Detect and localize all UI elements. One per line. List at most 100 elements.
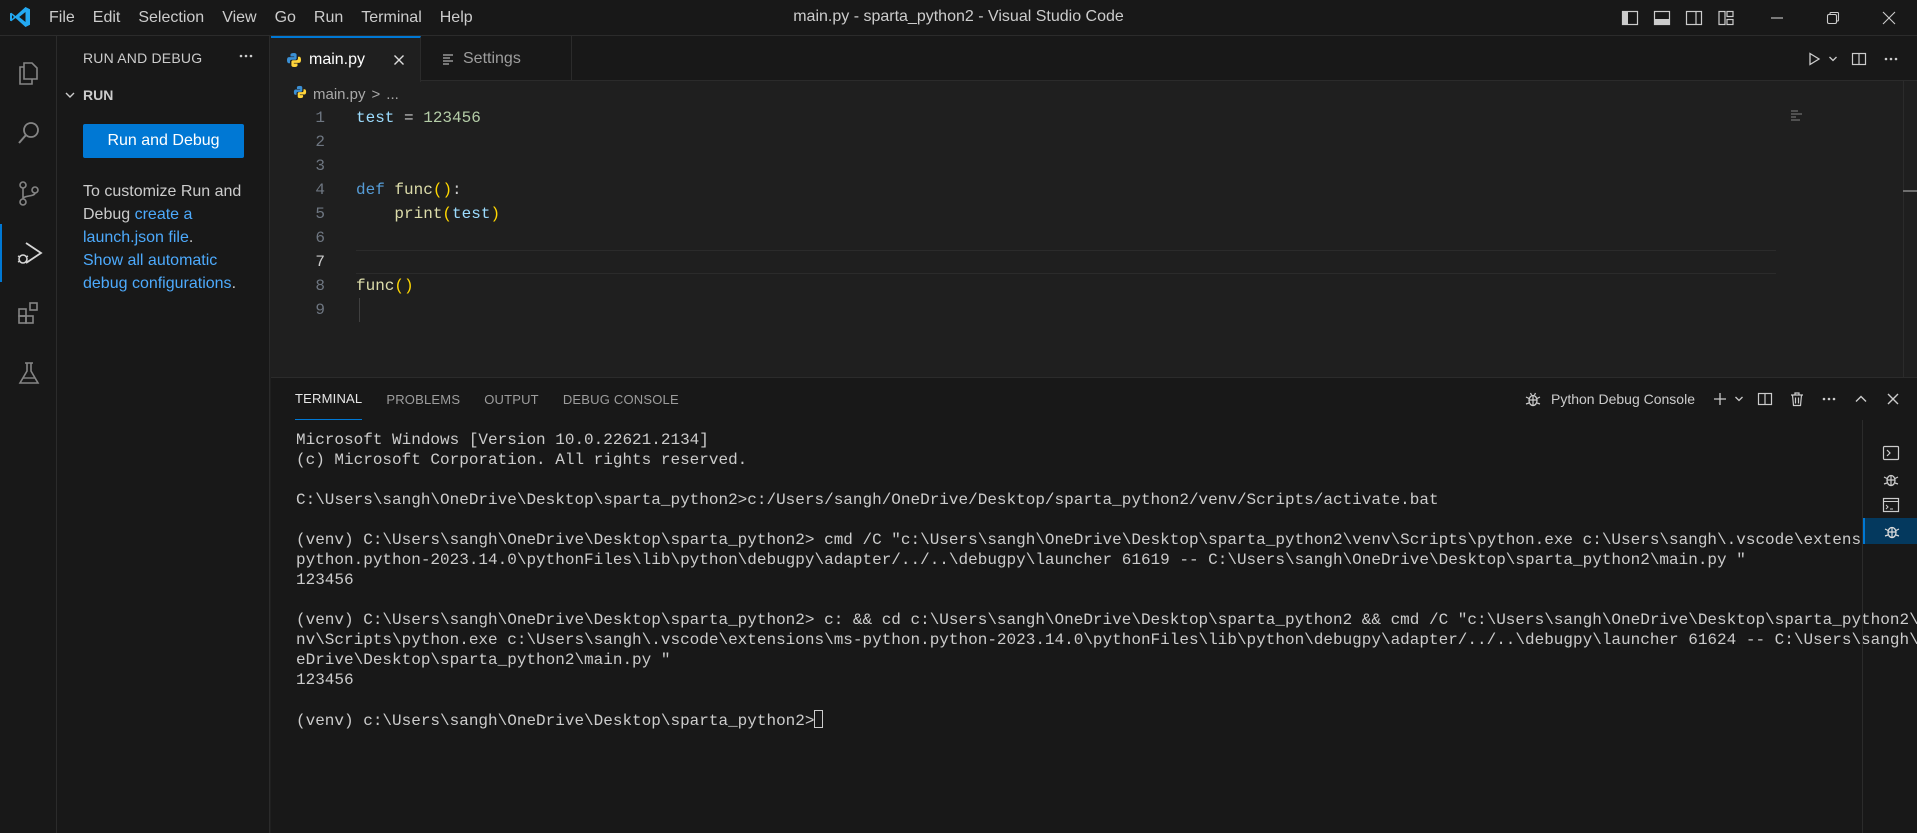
bottom-panel: TERMINAL PROBLEMS OUTPUT DEBUG CONSOLE P… (271, 377, 1917, 833)
window-controls (1749, 0, 1917, 36)
menu-edit[interactable]: Edit (84, 9, 130, 27)
vscode-logo-icon (8, 5, 32, 29)
restore-icon[interactable] (1805, 0, 1861, 36)
line-number: 2 (315, 133, 325, 151)
more-actions-icon[interactable] (234, 44, 258, 68)
sidebar-header: RUN AND DEBUG (57, 36, 270, 81)
breadcrumb-symbols[interactable]: ... (386, 86, 399, 103)
code-token: test (452, 205, 491, 223)
code-line: 7 (271, 250, 1771, 274)
terminal-cursor (814, 710, 824, 728)
editor-more-actions-icon[interactable] (1877, 45, 1905, 73)
breadcrumb-file[interactable]: main.py (313, 86, 366, 103)
code-token: () (394, 277, 414, 295)
extensions-icon[interactable] (0, 284, 57, 342)
code-editor[interactable]: 1 test = 123456 2 3 4 def func(): 5 prin… (271, 106, 1907, 376)
tab-settings[interactable]: Settings (421, 36, 572, 81)
editor-tabs: main.py Settings (271, 36, 1917, 82)
code-token: func (394, 181, 433, 199)
menu-view[interactable]: View (213, 9, 265, 27)
new-terminal-icon[interactable] (1709, 385, 1731, 413)
layout-controls (1614, 0, 1742, 36)
terminal-line: 123456 (296, 671, 354, 689)
toggle-secondary-sidebar-icon[interactable] (1679, 3, 1709, 33)
code-line: 4 def func(): (271, 178, 1771, 202)
line-content: test = 123456 (356, 106, 481, 130)
search-icon[interactable] (0, 104, 57, 162)
terminal-selector[interactable]: Python Debug Console (1515, 385, 1695, 413)
terminal-prompt-line: (venv) c:\Users\sangh\OneDrive\Desktop\s… (296, 710, 1876, 730)
toggle-panel-icon[interactable] (1647, 3, 1677, 33)
toggle-primary-sidebar-icon[interactable] (1615, 3, 1645, 33)
minimap-icon[interactable] (1790, 108, 1806, 129)
close-panel-icon[interactable] (1879, 385, 1907, 413)
menu-file[interactable]: File (40, 9, 84, 27)
editor-scrollbar[interactable] (1903, 81, 1904, 377)
chevron-down-icon (57, 89, 83, 101)
explorer-icon[interactable] (0, 44, 57, 102)
tab-debug-console[interactable]: DEBUG CONSOLE (563, 378, 679, 420)
run-dropdown-chevron-icon[interactable] (1825, 45, 1841, 73)
terminal-cmd-icon[interactable] (1863, 440, 1917, 466)
python-file-icon (285, 51, 303, 69)
terminal-line: C:\Users\sangh\OneDrive\Desktop\sparta_p… (296, 491, 1439, 509)
run-and-debug-button[interactable]: Run and Debug (83, 124, 244, 158)
settings-list-icon (439, 50, 457, 68)
menu-run[interactable]: Run (305, 9, 352, 27)
panel-actions: Python Debug Console (1515, 378, 1907, 420)
line-number: 7 (315, 253, 325, 271)
testing-icon[interactable] (0, 344, 57, 402)
line-number: 6 (315, 229, 325, 247)
tab-output[interactable]: OUTPUT (484, 378, 539, 420)
code-line: 6 (271, 226, 1771, 250)
run-debug-icon[interactable] (0, 224, 57, 282)
terminal-python-debug-icon[interactable] (1863, 518, 1917, 544)
code-line: 2 (271, 130, 1771, 154)
run-python-file-icon[interactable] (1803, 45, 1825, 73)
editor-actions (1799, 36, 1905, 81)
tab-main-py[interactable]: main.py (271, 36, 421, 82)
menu-bar: File Edit Selection View Go Run Terminal… (40, 0, 482, 36)
run-section-header[interactable]: RUN (57, 82, 270, 108)
line-number: 5 (315, 205, 325, 223)
tab-problems[interactable]: PROBLEMS (386, 378, 460, 420)
code-token: def (356, 181, 385, 199)
maximize-panel-chevron-up-icon[interactable] (1847, 385, 1875, 413)
code-line: 3 (271, 154, 1771, 178)
menu-terminal[interactable]: Terminal (352, 9, 430, 27)
code-line: 5 print(test) (271, 202, 1771, 226)
terminal-line: (venv) C:\Users\sangh\OneDrive\Desktop\s… (296, 611, 1917, 629)
tab-label: Settings (463, 49, 521, 67)
line-content: print(test) (356, 202, 500, 226)
breadcrumb-separator: > (371, 85, 381, 103)
code-token: : (452, 181, 462, 199)
tab-terminal[interactable]: TERMINAL (295, 378, 363, 420)
menu-help[interactable]: Help (431, 9, 482, 27)
close-tab-icon[interactable] (389, 50, 409, 70)
terminal-output[interactable]: Microsoft Windows [Version 10.0.22621.21… (296, 430, 1917, 730)
terminal-debug-icon[interactable] (1863, 466, 1917, 492)
code-token: = (394, 109, 424, 127)
menu-selection[interactable]: Selection (129, 9, 213, 27)
code-token: ) (490, 205, 501, 223)
scrollbar-cursor-marker (1903, 190, 1917, 192)
minimize-icon[interactable] (1749, 0, 1805, 36)
show-end: . (231, 275, 237, 292)
panel-tabs: TERMINAL PROBLEMS OUTPUT DEBUG CONSOLE (271, 378, 679, 420)
split-terminal-icon[interactable] (1751, 385, 1779, 413)
code-token: ( (432, 181, 443, 199)
show-automatic-debug-configurations-link[interactable]: Show all automatic debug configurations (83, 252, 232, 292)
source-control-icon[interactable] (0, 164, 57, 222)
close-window-icon[interactable] (1861, 0, 1917, 36)
split-editor-icon[interactable] (1845, 45, 1873, 73)
panel-more-actions-icon[interactable] (1815, 385, 1843, 413)
activity-bar (0, 36, 57, 833)
kill-terminal-trash-icon[interactable] (1783, 385, 1811, 413)
line-content: def func(): (356, 178, 462, 202)
line-content: func() (356, 274, 414, 298)
customize-layout-icon[interactable] (1711, 3, 1741, 33)
terminal-line: 123456 (296, 571, 354, 589)
terminal-cmd-prompt-icon[interactable] (1863, 492, 1917, 518)
menu-go[interactable]: Go (266, 9, 305, 27)
terminal-dropdown-chevron-icon[interactable] (1731, 385, 1747, 413)
